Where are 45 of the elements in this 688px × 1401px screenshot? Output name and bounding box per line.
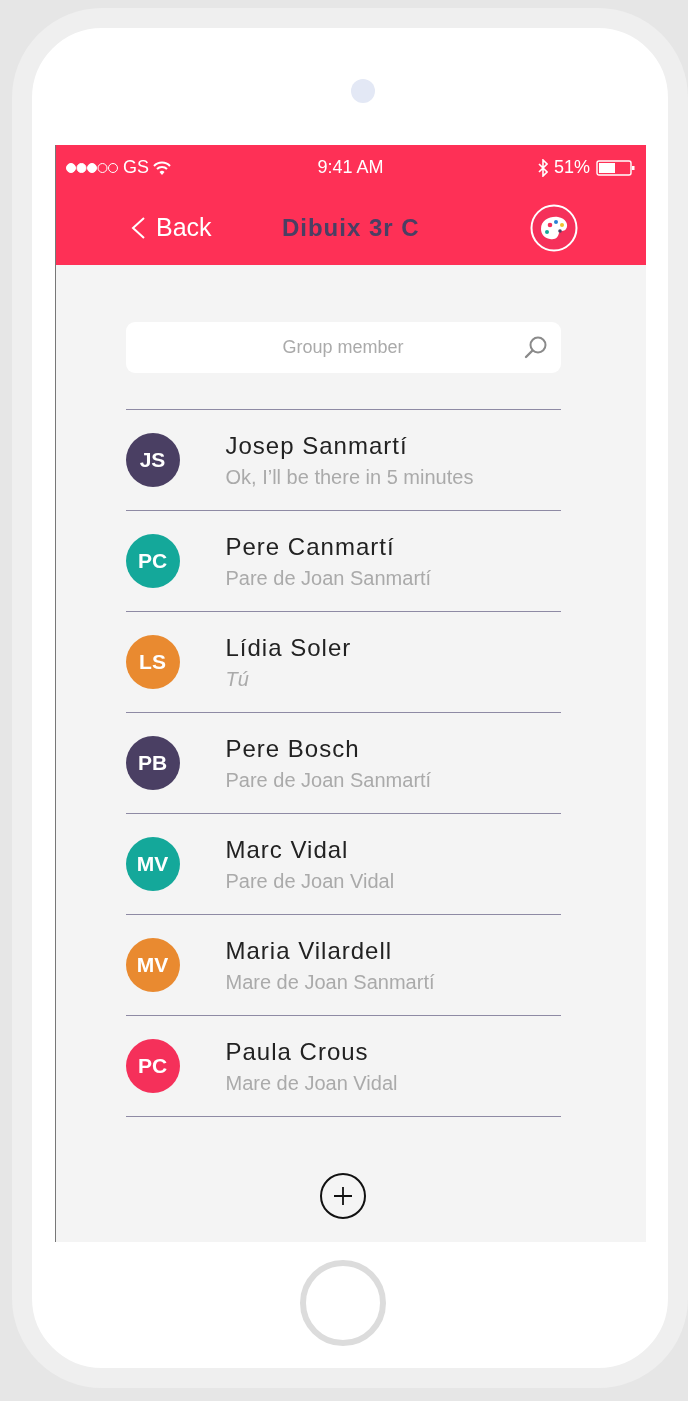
chevron-left-icon [130,215,146,240]
avatar: MV [125,837,180,891]
wifi-icon [153,160,171,175]
member-name: Pere Bosch [225,734,361,763]
member-name: Maria Vilardell [225,936,394,965]
member-name: Pere Canmartí [225,532,396,561]
add-button[interactable] [320,1173,366,1219]
palette-button[interactable] [530,203,578,252]
member-subtitle: Mare de Joan Sanmartí [225,970,435,994]
bluetooth-icon [537,158,548,177]
avatar: LS [125,635,180,689]
status-time: 9:41 AM [317,157,384,178]
member-subtitle: Pare de Joan Vidal [225,869,395,893]
member-subtitle: Pare de Joan Sanmartí [225,768,432,792]
member-row[interactable]: MV Marc Vidal Pare de Joan Vidal [125,814,561,915]
member-row[interactable]: JS Josep Sanmartí Ok, I’ll be there in 5 minutes [125,410,561,511]
back-button[interactable]: Back [130,213,212,242]
battery-percent: 51% [553,157,590,178]
avatar: PC [125,534,180,588]
member-name: Marc Vidal [225,835,350,864]
member-name: Josep Sanmartí [225,431,409,460]
member-row[interactable]: PC Paula Crous Mare de Joan Vidal [125,1016,561,1117]
member-subtitle: Ok, I’ll be there in 5 minutes [225,465,474,489]
member-name: Lídia Soler [225,633,352,662]
member-row[interactable]: MV Maria Vilardell Mare de Joan Sanmartí [125,915,561,1016]
member-subtitle: Pare de Joan Sanmartí [225,566,432,590]
avatar: PB [125,736,180,790]
carrier-name: GS [123,157,149,178]
battery-icon [596,158,636,177]
avatar: JS [125,433,180,487]
avatar: PC [125,1039,180,1093]
member-name: Paula Crous [225,1037,370,1066]
member-row[interactable]: PC Pere Canmartí Pare de Joan Sanmartí [125,511,561,612]
search-field[interactable]: Group member [125,322,561,373]
avatar: MV [125,938,180,992]
search-icon [522,334,549,360]
member-row[interactable]: LS Lídia Soler Tú [125,612,561,713]
member-subtitle: Mare de Joan Vidal [225,1071,398,1095]
camera-dot [351,79,375,103]
palette-icon [530,203,578,252]
group-title: Dibuix 3r C [281,213,420,242]
member-subtitle: Tú [225,667,250,691]
signal-icon [65,161,119,174]
member-row[interactable]: PB Pere Bosch Pare de Joan Sanmartí [125,713,561,814]
plus-icon [333,1186,353,1206]
